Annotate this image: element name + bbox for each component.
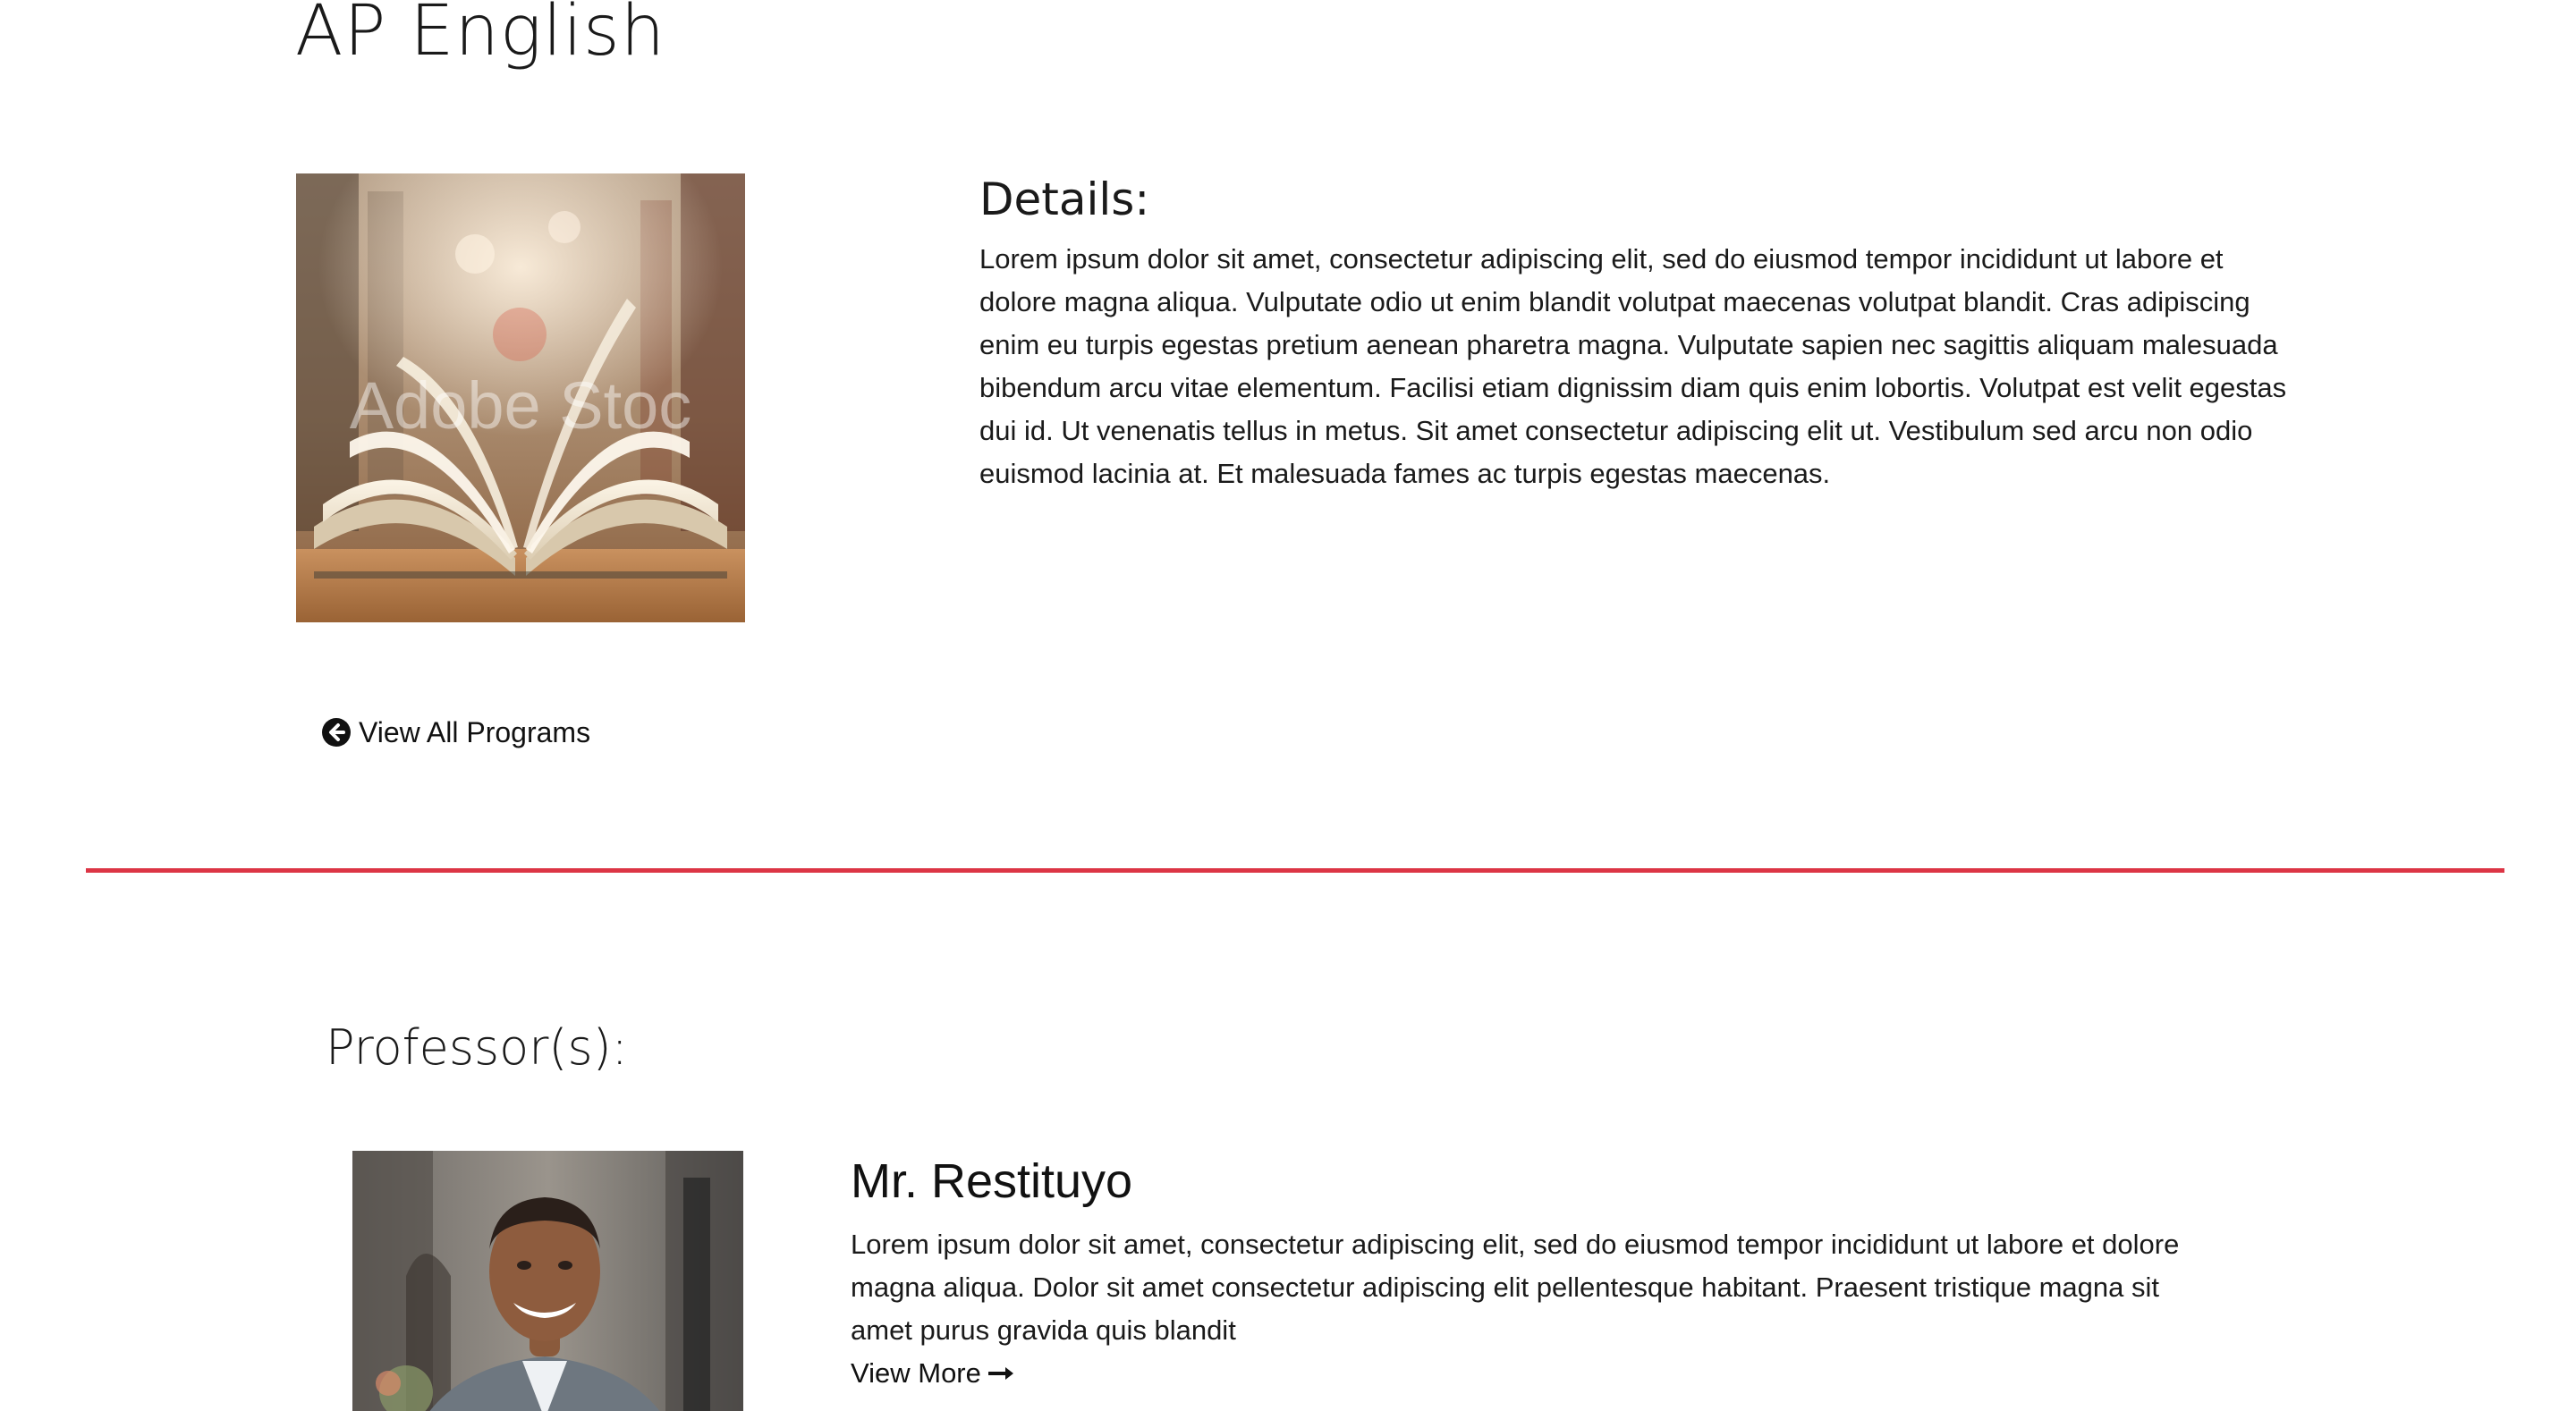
details-text: Lorem ipsum dolor sit amet, consectetur …: [979, 243, 2287, 489]
professor-name: Mr. Restituyo: [851, 1154, 1133, 1208]
long-arrow-right-icon: [987, 1352, 1015, 1395]
program-title: AP English: [295, 0, 666, 72]
program-image-open-book: Adobe Stoc: [296, 173, 745, 622]
professor-bio: Lorem ipsum dolor sit amet, consectetur …: [851, 1229, 2180, 1346]
professors-heading: Professor(s):: [326, 1019, 628, 1076]
watermark-text: Adobe Stoc: [350, 368, 692, 443]
view-all-programs-label: View All Programs: [359, 716, 591, 748]
view-more-label: View More: [851, 1357, 981, 1389]
view-more-link[interactable]: View More: [851, 1352, 1015, 1395]
details-heading: Details:: [979, 173, 1150, 225]
arrow-circle-left-icon: [322, 718, 351, 747]
section-divider: [86, 868, 2504, 873]
view-all-programs-link[interactable]: View All Programs: [322, 711, 590, 754]
professor-photo: [352, 1151, 743, 1411]
